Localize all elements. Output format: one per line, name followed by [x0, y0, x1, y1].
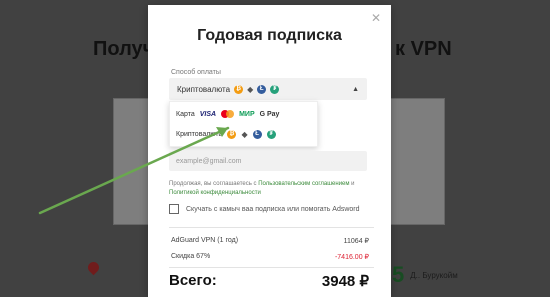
- annotation-arrow: [38, 126, 230, 215]
- arrow-shaft: [38, 126, 230, 215]
